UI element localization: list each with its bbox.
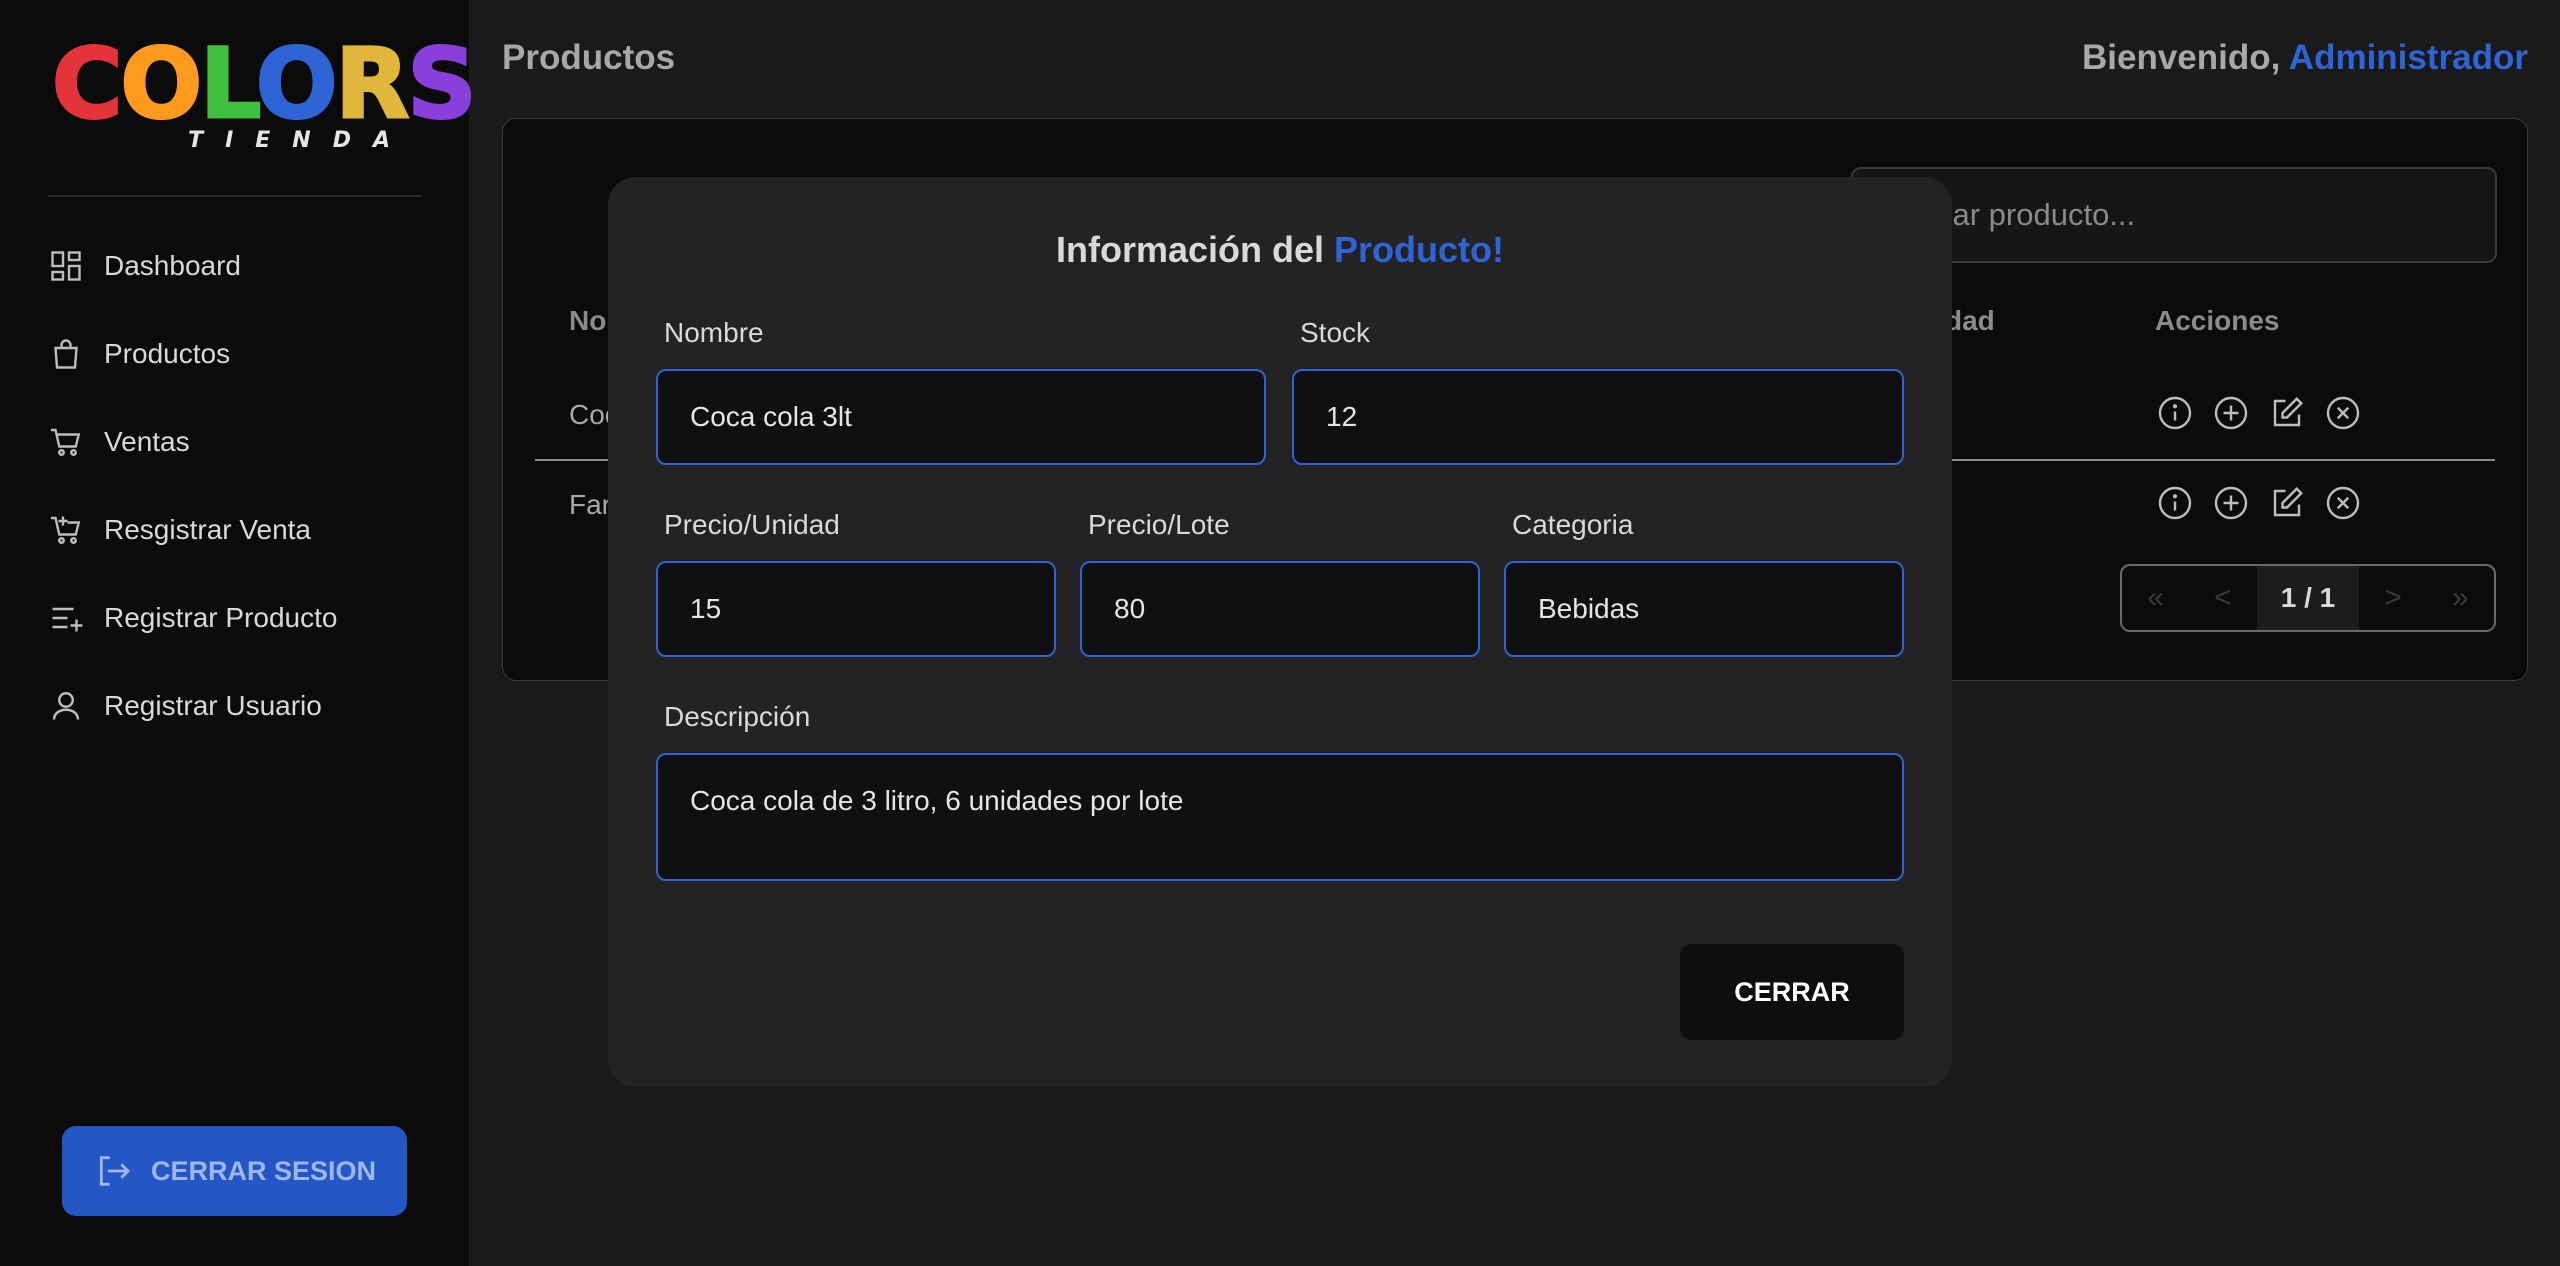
modal-title-accent: Producto! [1334,229,1505,270]
descripcion-label: Descripción [664,701,811,732]
sidebar-item-label: Productos [104,338,231,369]
add-circle-icon[interactable] [2213,485,2249,521]
next-page-button[interactable]: > [2359,566,2426,630]
sidebar-item-registrar-usuario[interactable]: Registrar Usuario [48,662,428,750]
logout-icon [99,1156,130,1186]
categoria-field[interactable]: Bebidas [1504,561,1904,657]
pagination: « < 1 / 1 > » [2120,564,2496,632]
modal-title: Información del Producto! [608,229,1952,271]
sidebar-item-label: Registrar Producto [104,602,338,633]
cart-add-icon [51,516,81,544]
sidebar-item-ventas[interactable]: Ventas [48,398,428,486]
close-button[interactable]: CERRAR [1680,944,1904,1040]
logo-letter-l: L [199,28,260,140]
table-row-name: Far [569,489,611,520]
last-page-button[interactable]: » [2427,566,2494,630]
sidebar-divider [48,195,422,197]
row-actions [2157,395,2361,431]
precio-lote-label: Precio/Lote [1088,509,1230,540]
logo-letter-c: C [50,28,123,140]
logo-letter-s: S [406,28,478,140]
sidebar-item-registrar-venta[interactable]: Resgistrar Venta [48,486,428,574]
current-page: 1 / 1 [2256,566,2360,630]
add-circle-icon[interactable] [2213,395,2249,431]
precio-unidad-label: Precio/Unidad [664,509,840,540]
row-actions [2157,485,2361,521]
column-header-nombre: No [569,305,607,336]
logo-word: COLORS [50,35,478,134]
list-add-icon [52,607,83,632]
nombre-field[interactable]: Coca cola 3lt [656,369,1266,465]
edit-icon[interactable] [2269,395,2305,431]
column-header-cantidad: dad [1945,305,1995,336]
info-icon[interactable] [2157,395,2193,431]
delete-circle-icon[interactable] [2325,395,2361,431]
sidebar-item-productos[interactable]: Productos [48,310,428,398]
user-name: Administrador [2288,38,2528,77]
prev-page-button[interactable]: < [2189,566,2256,630]
welcome-text: Bienvenido, [2082,38,2289,77]
logo-letter-o: O [119,28,204,140]
precio-unidad-field[interactable]: 15 [656,561,1056,657]
delete-circle-icon[interactable] [2325,485,2361,521]
column-header-acciones: Acciones [2155,305,2280,336]
sidebar-item-label: Resgistrar Venta [104,514,311,545]
sidebar-item-registrar-producto[interactable]: Registrar Producto [48,574,428,662]
categoria-label: Categoria [1512,509,1634,540]
info-icon[interactable] [2157,485,2193,521]
product-info-modal: Información del Producto! Nombre Coca co… [608,177,1952,1087]
nombre-label: Nombre [664,317,764,348]
edit-icon[interactable] [2269,485,2305,521]
precio-lote-field[interactable]: 80 [1080,561,1480,657]
stock-field[interactable]: 12 [1292,369,1904,465]
logo-subtitle: TIENDA [188,128,412,153]
sidebar-item-dashboard[interactable]: Dashboard [48,222,428,310]
cart-icon [51,428,81,456]
sidebar-item-label: Ventas [104,426,190,457]
colors-tienda-logo[interactable]: COLORS TIENDA [50,35,478,156]
sidebar-item-label: Dashboard [104,250,241,281]
descripcion-field[interactable]: Coca cola de 3 litro, 6 unidades por lot… [656,753,1904,881]
logout-label: CERRAR SESION [150,1155,377,1186]
bag-icon [54,339,78,369]
logout-button[interactable]: CERRAR SESION [62,1126,407,1216]
first-page-button[interactable]: « [2122,566,2189,630]
sidebar-nav: Dashboard Productos Ventas Resgistrar Ve… [48,222,428,750]
page-title: Productos [502,38,676,77]
logo-letter-r: R [334,28,411,140]
stock-label: Stock [1300,317,1371,348]
dashboard-icon [51,251,81,281]
welcome-message: Bienvenido, Administrador [2082,38,2528,78]
sidebar: COLORS TIENDA Dashboard Productos Ventas… [0,0,478,1266]
logo-letter-o2: O [254,28,339,140]
user-icon [52,692,80,720]
modal-title-prefix: Información del [1055,229,1335,270]
sidebar-item-label: Registrar Usuario [104,690,322,721]
